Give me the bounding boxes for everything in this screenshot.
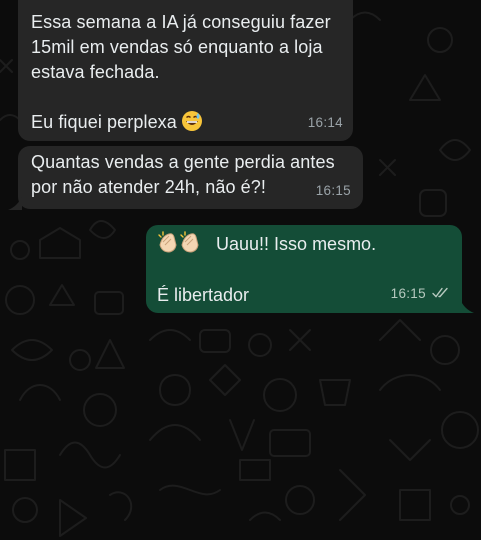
message-timestamp: 16:15 xyxy=(315,183,351,198)
message-time-text: 16:15 xyxy=(390,286,426,301)
message-text: Uauu!! Isso mesmo. xyxy=(216,234,377,254)
bubble-tail xyxy=(8,196,22,210)
message-text: Quantas vendas a gente perdia antes por … xyxy=(31,152,335,197)
message-timestamp: 16:14 xyxy=(307,115,343,130)
outgoing-message[interactable]: Uauu!! Isso mesmo. É libertador 16:15 xyxy=(146,225,462,313)
message-line-1: Uauu!! Isso mesmo. xyxy=(157,231,448,256)
clapping-hands-emoji xyxy=(157,231,205,262)
chat-background: Essa semana a IA já conseguiu fazer 15mi… xyxy=(0,0,481,540)
incoming-message[interactable]: Quantas vendas a gente perdia antes por … xyxy=(18,146,363,209)
double-check-read-icon xyxy=(432,287,448,298)
grinning-sweat-emoji xyxy=(181,110,203,132)
message-timestamp: 16:15 xyxy=(391,281,450,306)
incoming-message[interactable]: Essa semana a IA já conseguiu fazer 15mi… xyxy=(18,0,353,141)
bubble-tail xyxy=(460,299,474,313)
message-text: Essa semana a IA já conseguiu fazer 15mi… xyxy=(31,10,339,135)
